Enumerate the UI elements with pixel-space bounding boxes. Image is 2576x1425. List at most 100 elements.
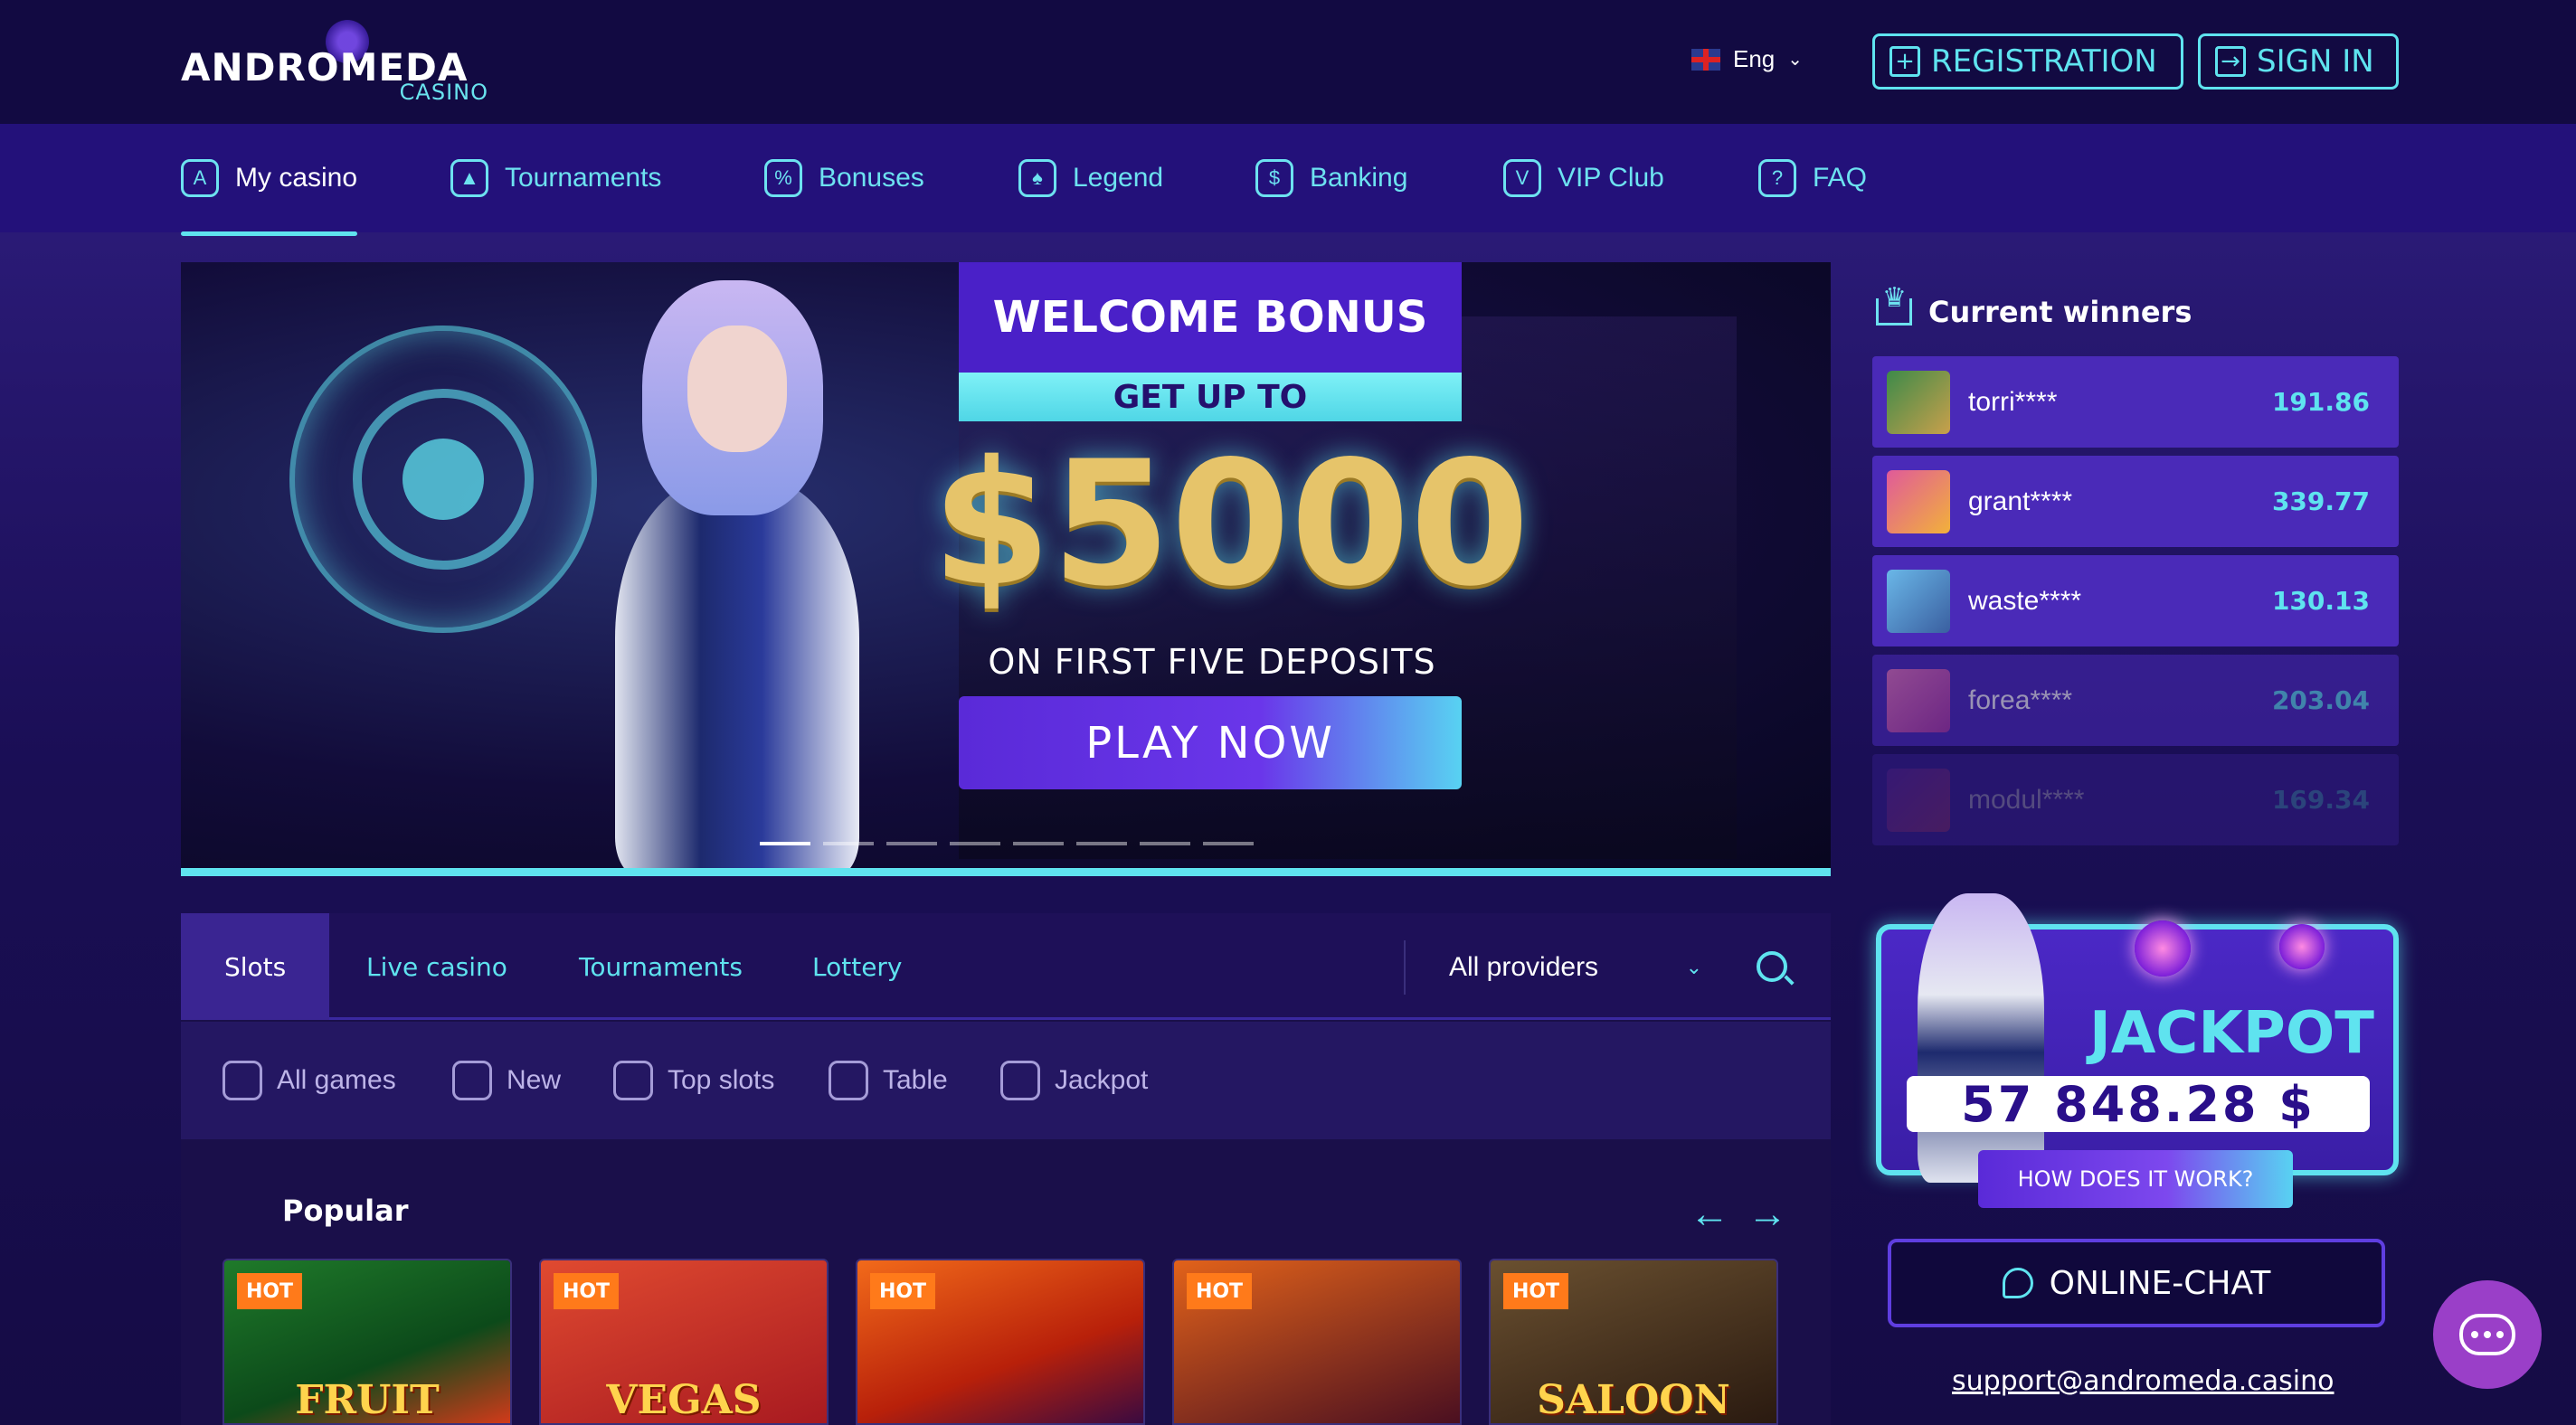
game-categories: All games New Top slots Table Jackpot [181,1022,1831,1139]
category-top-slots[interactable]: Top slots [613,1022,774,1139]
online-chat-button[interactable]: ONLINE-CHAT [1888,1239,2385,1327]
nav-item-faq[interactable]: ? FAQ [1758,124,1867,232]
plus-icon: + [1889,46,1920,77]
category-label: New [507,1065,562,1095]
game-card[interactable]: HOT VEGAS [539,1259,829,1425]
mascot-body-art [615,479,859,871]
game-thumbnail [1887,569,1950,633]
login-icon: → [2215,46,2246,77]
hot-badge: HOT [237,1273,302,1309]
arrow-left-icon[interactable]: ← [1690,1192,1729,1237]
game-card[interactable]: HOT [1172,1259,1462,1425]
nav-label: My casino [235,163,358,193]
nav-item-banking[interactable]: $ Banking [1255,124,1407,232]
carousel-dot[interactable] [823,842,874,845]
tab-tournaments[interactable]: Tournaments [579,913,743,1020]
jackpot-icon [1000,1061,1040,1100]
nav-label: VIP Club [1558,163,1664,193]
jackpot-panel: JACKPOT 57 848.28 $ [1876,893,2399,1183]
how-does-it-work-button[interactable]: HOW DOES IT WORK? [1978,1150,2293,1208]
hologram-core-art [402,439,484,520]
game-card[interactable]: HOT SALOON [1489,1259,1778,1425]
language-selector[interactable]: Eng ⌄ [1691,45,1803,73]
game-title: FRUIT [295,1377,440,1423]
welcome-bonus-banner[interactable]: WELCOME BONUS GET UP TO $5000 ON FIRST F… [181,262,1831,871]
play-now-button[interactable]: PLAY NOW [959,696,1462,789]
site-header: ANDROMEDA CASINO Eng ⌄ + REGISTRATION → … [0,0,2576,124]
tab-slots[interactable]: Slots [181,913,330,1020]
game-tabs: Slots Live casino Tournaments Lottery Al… [181,913,1831,1020]
gem-icon [2279,924,2325,969]
registration-button[interactable]: + REGISTRATION [1872,33,2183,90]
winner-row[interactable]: grant**** 339.77 [1872,456,2399,547]
providers-dropdown[interactable]: All providers ⌄ [1404,940,1702,995]
language-label: Eng [1733,45,1776,72]
tab-lottery[interactable]: Lottery [812,913,903,1020]
winner-amount: 130.13 [2271,586,2370,616]
current-winners-title: Current winners [1876,282,2192,329]
hot-badge: HOT [1187,1273,1252,1309]
game-title: SALOON [1537,1377,1730,1423]
search-icon[interactable] [1757,951,1787,982]
arrow-right-icon[interactable]: → [1747,1192,1787,1237]
my-casino-icon: A [181,159,219,197]
vip-club-icon: V [1503,159,1541,197]
carousel-dot[interactable] [1076,842,1127,845]
game-thumbnail [1887,469,1950,533]
nav-label: Bonuses [819,163,924,193]
banner-progress-bar [181,868,1831,876]
chat-icon [2002,1268,2033,1298]
nav-item-bonuses[interactable]: % Bonuses [764,124,924,232]
game-card[interactable]: HOT [856,1259,1145,1425]
hot-badge: HOT [1503,1273,1568,1309]
category-all-games[interactable]: All games [223,1022,396,1139]
all-games-icon [223,1061,262,1100]
mascot-face-art [687,326,787,452]
winner-row[interactable]: modul**** 169.34 [1872,754,2399,845]
sign-in-button[interactable]: → SIGN IN [2198,33,2399,90]
hot-badge: HOT [870,1273,935,1309]
carousel-dot[interactable] [950,842,1000,845]
chevron-down-icon: ⌄ [1787,50,1804,70]
banner-amount: $5000 [932,424,1530,624]
game-title: VEGAS [606,1377,762,1423]
carousel-dot[interactable] [760,842,810,845]
nav-item-vip-club[interactable]: V VIP Club [1503,124,1664,232]
winners-title-label: Current winners [1928,295,2192,329]
logo[interactable]: ANDROMEDA CASINO [181,20,488,110]
game-thumbnail [1887,768,1950,832]
banner-subtitle: GET UP TO [959,373,1462,421]
carousel-dot[interactable] [1013,842,1064,845]
category-label: Top slots [668,1065,775,1095]
carousel-dot[interactable] [886,842,937,845]
game-card[interactable]: HOT FRUIT [223,1259,512,1425]
winner-row[interactable]: forea**** 203.04 [1872,655,2399,746]
new-icon [452,1061,492,1100]
nav-item-tournaments[interactable]: ▲ Tournaments [450,124,661,232]
winner-name: waste**** [1968,585,2082,616]
winner-amount: 191.86 [2271,387,2370,417]
hot-badge: HOT [554,1273,619,1309]
carousel-dot[interactable] [1140,842,1190,845]
category-label: Table [883,1065,948,1095]
category-table[interactable]: Table [829,1022,948,1139]
registration-label: REGISTRATION [1931,43,2157,80]
nav-item-my-casino[interactable]: A My casino [181,124,358,236]
winner-name: forea**** [1968,684,2073,715]
main-nav: A My casino ▲ Tournaments % Bonuses ♠ Le… [0,124,2576,236]
top-slots-icon [613,1061,653,1100]
winner-name: grant**** [1968,486,2073,516]
carousel-dot[interactable] [1203,842,1254,845]
tab-live-casino[interactable]: Live casino [366,913,507,1020]
category-jackpot[interactable]: Jackpot [1000,1022,1148,1139]
winner-name: torri**** [1968,386,2058,417]
nav-item-legend[interactable]: ♠ Legend [1018,124,1163,232]
nav-label: FAQ [1813,163,1868,193]
winner-row[interactable]: waste**** 130.13 [1872,555,2399,646]
uk-flag-icon [1691,48,1720,71]
chevron-down-icon: ⌄ [1685,956,1702,978]
floating-chat-button[interactable] [2433,1280,2542,1389]
category-new[interactable]: New [452,1022,561,1139]
support-email-link[interactable]: support@andromeda.casino [1952,1365,2334,1397]
winner-row[interactable]: torri**** 191.86 [1872,356,2399,448]
